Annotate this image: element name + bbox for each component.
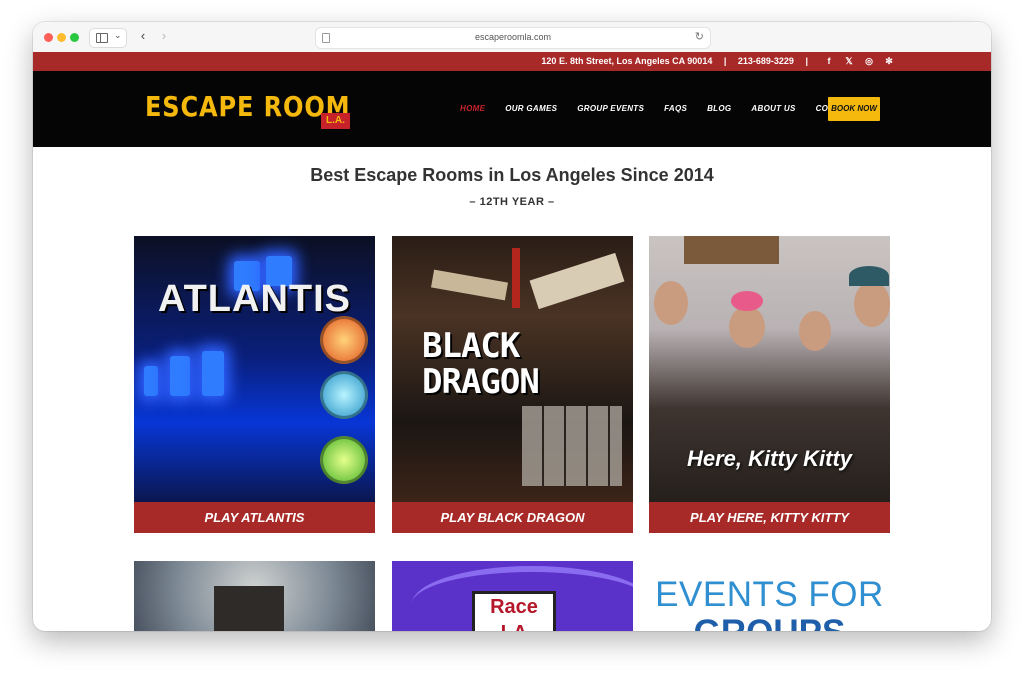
person [854,281,890,327]
nav-home[interactable]: HOME [460,104,485,113]
stone-ruin [214,586,284,631]
logo-text: ESCAPE ROOM [145,90,351,123]
address-text: 120 E. 8th Street, Los Angeles CA 90014 [541,56,713,66]
race-la-logo: Race LA [472,591,556,631]
back-button[interactable]: ‹ [134,28,152,46]
main-nav: HOME OUR GAMES GROUP EVENTS FAQS BLOG AB… [460,104,856,113]
facebook-icon[interactable]: f [823,55,835,67]
here-kitty-kitty-image[interactable]: Here, Kitty Kitty [649,236,890,502]
zoom-window-button[interactable] [70,33,79,42]
shop-window [522,406,622,486]
game-card-black-dragon: BLACK DRAGON PLAY BLACK DRAGON [392,236,633,533]
shop-sign [529,252,625,310]
url-text: escaperoomla.com [474,32,552,42]
sidebar-icon [96,33,108,43]
lantern [170,356,190,396]
instagram-icon[interactable]: ◎ [863,55,875,67]
spiral-light [320,371,368,419]
separator: | [805,56,808,66]
nav-group-events[interactable]: GROUP EVENTS [577,104,644,113]
game-card-4 [134,561,375,631]
groups-text: GROUPS [649,613,890,631]
black-dragon-title-line2: DRAGON [422,362,540,402]
address-bar[interactable]: escaperoomla.com ↻ [315,27,711,49]
atlantis-title: ATLANTIS [157,278,352,320]
person [799,311,831,351]
nav-about-us[interactable]: ABOUT US [751,104,795,113]
game-card-atlantis: ATLANTIS PLAY ATLANTIS [134,236,375,533]
play-here-kitty-kitty-button[interactable]: PLAY HERE, KITTY KITTY [649,502,890,533]
book-now-button[interactable]: BOOK NOW [828,97,880,121]
red-banner [512,248,520,308]
contact-bar: 120 E. 8th Street, Los Angeles CA 90014 … [33,52,991,71]
nav-blog[interactable]: BLOG [707,104,731,113]
person [654,281,688,325]
spiral-light [320,436,368,484]
black-dragon-image[interactable]: BLACK DRAGON [392,236,633,502]
cap [849,266,889,286]
nav-faqs[interactable]: FAQS [664,104,687,113]
yelp-icon[interactable]: ✻ [883,55,895,67]
phone-link[interactable]: 213-689-3229 [738,56,794,66]
page-subtitle: – 12TH YEAR – [469,196,555,208]
logo-badge: L.A. [321,113,350,129]
play-black-dragon-button[interactable]: PLAY BLACK DRAGON [392,502,633,533]
play-atlantis-button[interactable]: PLAY ATLANTIS [134,502,375,533]
separator: | [723,56,727,66]
flower-headband [731,291,763,311]
group-events-card: EVENTS FOR GROUPS [649,561,890,631]
atlantis-image[interactable]: ATLANTIS [134,236,375,502]
minimize-window-button[interactable] [57,33,66,42]
events-for-text: EVENTS FOR [655,575,884,614]
shelf [684,236,779,264]
lantern [144,366,158,396]
person [729,306,765,348]
nav-our-games[interactable]: OUR GAMES [505,104,557,113]
site-header: ESCAPE ROOM L.A. HOME OUR GAMES GROUP EV… [33,71,991,147]
contact-info: 120 E. 8th Street, Los Angeles CA 90014 … [541,56,817,66]
lantern [202,351,224,396]
x-icon[interactable]: 𝕏 [843,55,855,67]
close-window-button[interactable] [44,33,53,42]
temple-image[interactable] [134,561,375,631]
black-dragon-title-line1: BLACK [422,326,520,366]
browser-toolbar: ⌄ ‹ › escaperoomla.com ↻ [33,22,991,53]
site-logo[interactable]: ESCAPE ROOM L.A. [145,90,384,130]
reload-icon[interactable]: ↻ [695,30,704,43]
sidebar-toggle-button[interactable]: ⌄ [89,28,127,48]
spiral-light [320,316,368,364]
race-la-image[interactable]: Race LA [392,561,633,631]
shop-sign [431,269,508,301]
game-card-race-la: Race LA [392,561,633,631]
page-title: Best Escape Rooms in Los Angeles Since 2… [310,165,714,185]
here-kitty-kitty-title: Here, Kitty Kitty [686,446,853,471]
chevron-down-icon: ⌄ [114,30,122,40]
social-links: f 𝕏 ◎ ✻ [823,55,895,67]
browser-window: ⌄ ‹ › escaperoomla.com ↻ 120 E. 8th Stre… [33,22,991,631]
game-card-here-kitty-kitty: Here, Kitty Kitty PLAY HERE, KITTY KITTY [649,236,890,533]
forward-button[interactable]: › [155,28,173,46]
black-dragon-title: BLACK DRAGON [422,326,540,402]
events-for-groups-image[interactable]: EVENTS FOR GROUPS [649,561,890,631]
